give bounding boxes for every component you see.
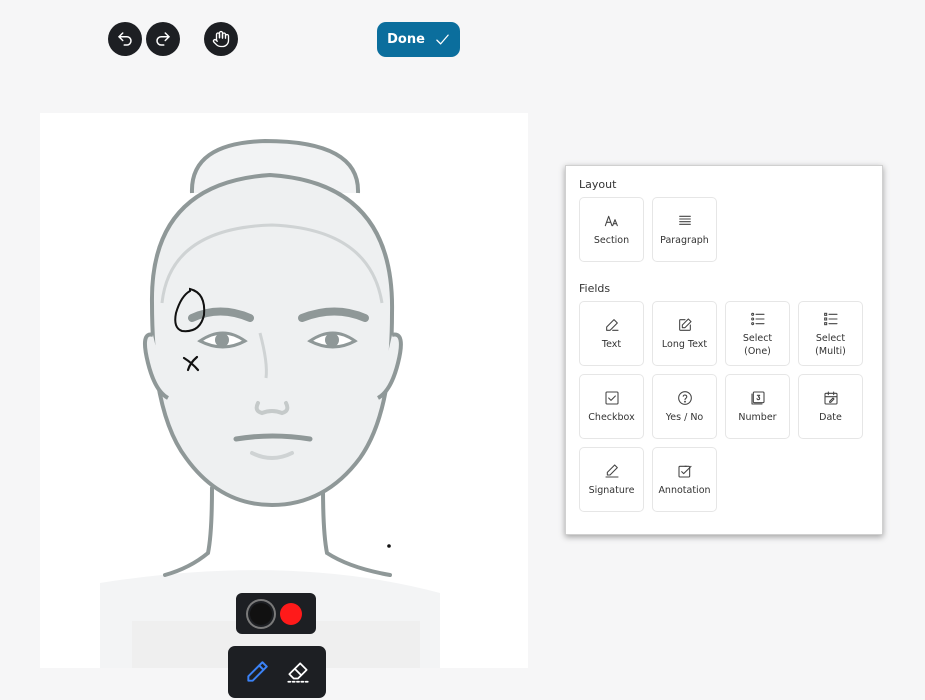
- color-picker-bar: [236, 593, 316, 634]
- undo-icon: [118, 32, 132, 46]
- date-field-tile[interactable]: Date: [798, 374, 863, 439]
- tile-label: Number: [738, 412, 777, 423]
- tile-label: Select (One): [742, 332, 773, 357]
- check-icon: [436, 34, 449, 45]
- select-one-field-tile[interactable]: Select (One): [725, 301, 790, 366]
- signature-field-tile[interactable]: Signature: [579, 447, 644, 512]
- color-swatch-red[interactable]: [280, 602, 302, 625]
- checkbox-icon: [603, 389, 621, 407]
- tile-label: Date: [819, 412, 842, 423]
- drawing-canvas[interactable]: [40, 113, 528, 668]
- undo-button[interactable]: [108, 22, 142, 56]
- signature-icon: [603, 462, 621, 480]
- drawing-tools-bar: [228, 646, 326, 698]
- annotation-icon: [676, 462, 694, 480]
- fields-grid: Text Long Text Select (One) Select (Mult…: [579, 301, 869, 512]
- tile-label: Yes / No: [665, 412, 704, 423]
- pencil-tool-button[interactable]: [241, 656, 273, 688]
- done-button[interactable]: Done: [377, 22, 460, 57]
- tile-label: Text: [601, 339, 622, 350]
- layout-grid: Section Paragraph: [579, 197, 869, 262]
- face-diagram: [100, 138, 440, 668]
- long-text-field-tile[interactable]: Long Text: [652, 301, 717, 366]
- tile-label: Section: [593, 235, 630, 246]
- paragraph-icon: [676, 212, 694, 230]
- tile-label: Signature: [588, 485, 635, 496]
- annotation-dot: [387, 544, 391, 548]
- tile-label: Paragraph: [660, 235, 709, 246]
- pan-tool-button[interactable]: [204, 22, 238, 56]
- checkbox-field-tile[interactable]: Checkbox: [579, 374, 644, 439]
- paragraph-tile[interactable]: Paragraph: [652, 197, 717, 262]
- eraser-icon: [286, 662, 309, 683]
- annotation-field-tile[interactable]: Annotation: [652, 447, 717, 512]
- done-label: Done: [387, 32, 425, 47]
- select-multi-field-tile[interactable]: Select (Multi): [798, 301, 863, 366]
- color-swatch-black[interactable]: [250, 602, 272, 625]
- question-icon: [676, 389, 694, 407]
- number-field-tile[interactable]: Number: [725, 374, 790, 439]
- tile-label: Long Text: [661, 339, 708, 350]
- list-icon: [749, 310, 767, 328]
- form-fields-panel: Layout Section Paragraph Fields Text Lon…: [565, 165, 883, 535]
- edit-box-icon: [676, 316, 694, 334]
- section-tile[interactable]: Section: [579, 197, 644, 262]
- redo-icon: [156, 32, 170, 46]
- tile-label: Select (Multi): [815, 332, 846, 357]
- tile-label: Checkbox: [588, 412, 635, 423]
- layout-section-title: Layout: [579, 178, 617, 191]
- text-size-icon: [603, 212, 621, 230]
- text-field-tile[interactable]: Text: [579, 301, 644, 366]
- fields-section-title: Fields: [579, 282, 611, 295]
- pencil-icon: [246, 661, 268, 682]
- pen-icon: [603, 316, 621, 334]
- tile-label: Annotation: [658, 485, 711, 496]
- number-icon: [749, 389, 767, 407]
- calendar-icon: [822, 389, 840, 407]
- yes-no-field-tile[interactable]: Yes / No: [652, 374, 717, 439]
- hand-icon: [212, 30, 230, 48]
- list-icon: [822, 310, 840, 328]
- eraser-tool-button[interactable]: [282, 656, 314, 688]
- redo-button[interactable]: [146, 22, 180, 56]
